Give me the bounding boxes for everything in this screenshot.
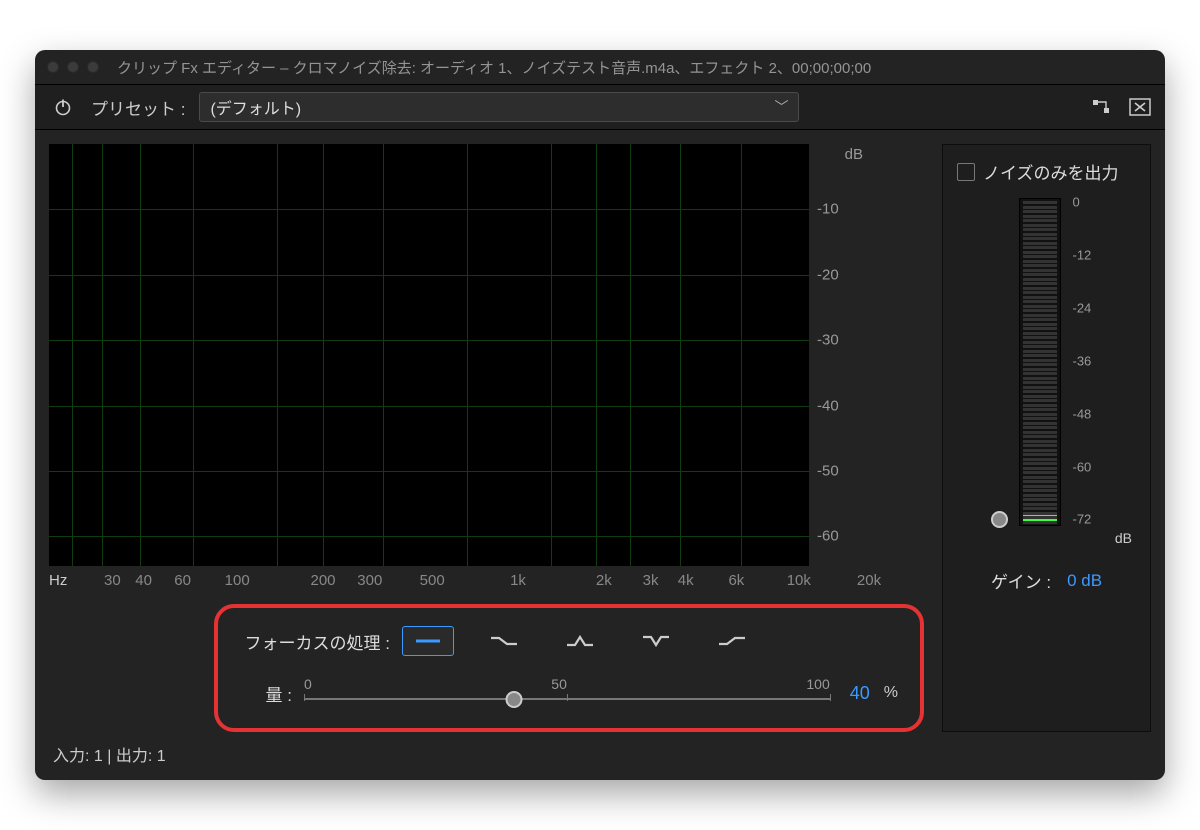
focus-flat-button[interactable] xyxy=(402,626,454,656)
routing-icon[interactable] xyxy=(1091,97,1113,117)
meter-tick: -24 xyxy=(1073,300,1092,315)
focus-peak-down-button[interactable] xyxy=(630,626,682,656)
meter-tick: -36 xyxy=(1073,353,1092,368)
titlebar: クリップ Fx エディター – クロマノイズ除去: オーディオ 1、ノイズテスト… xyxy=(35,50,1165,84)
x-tick: 300 xyxy=(357,572,382,589)
chevron-down-icon: ﹀ xyxy=(774,97,788,117)
focus-button-group xyxy=(402,626,758,656)
x-tick: 6k xyxy=(728,572,744,589)
amount-value[interactable]: 40 xyxy=(842,683,870,704)
scale-100: 100 xyxy=(806,676,829,692)
gain-value[interactable]: 0 dB xyxy=(1067,571,1102,591)
toolbar: プリセット : (デフォルト) ﹀ xyxy=(35,84,1165,130)
highlighted-controls: フォーカスの処理 : 量 : 0 50 100 xyxy=(214,604,924,732)
spectrum-display[interactable] xyxy=(49,144,809,566)
gain-slider[interactable] xyxy=(989,198,1011,526)
amount-label: 量 : xyxy=(240,681,292,706)
x-tick: 10k xyxy=(787,572,811,589)
y-tick: -50 xyxy=(817,463,839,480)
effect-editor-window: クリップ Fx エディター – クロマノイズ除去: オーディオ 1、ノイズテスト… xyxy=(35,50,1165,780)
scale-0: 0 xyxy=(304,676,312,692)
preset-value: (デフォルト) xyxy=(210,95,301,119)
x-tick: 100 xyxy=(225,572,250,589)
level-meter xyxy=(1019,198,1061,526)
window-controls xyxy=(47,61,99,73)
y-axis-unit: dB xyxy=(845,146,863,163)
window-title: クリップ Fx エディター – クロマノイズ除去: オーディオ 1、ノイズテスト… xyxy=(117,57,871,78)
meter-tick: -12 xyxy=(1073,247,1092,262)
meter-tick: -72 xyxy=(1073,512,1092,527)
x-tick: 30 xyxy=(104,572,121,589)
amount-unit: % xyxy=(882,684,898,702)
gain-panel: ノイズのみを出力 0 -12 -24 -36 -48 -60 -72 dB ゲイン : 0 … xyxy=(942,144,1151,732)
main-area: dB -10 -20 -30 -40 -50 -60 Hz 30 40 60 100 200 300… xyxy=(49,144,924,732)
y-tick: -60 xyxy=(817,528,839,545)
meter-ticks: 0 -12 -24 -36 -48 -60 -72 xyxy=(1069,198,1105,526)
x-axis-unit: Hz xyxy=(49,572,89,589)
y-tick: -20 xyxy=(817,266,839,283)
noise-only-label: ノイズのみを出力 xyxy=(983,159,1119,184)
zoom-dot[interactable] xyxy=(87,61,99,73)
x-tick: 20k xyxy=(857,572,881,589)
y-tick: -10 xyxy=(817,201,839,218)
noise-only-checkbox[interactable] xyxy=(957,163,975,181)
power-toggle[interactable] xyxy=(49,93,77,121)
y-tick: -30 xyxy=(817,332,839,349)
amount-slider-thumb[interactable] xyxy=(506,691,523,708)
x-tick: 60 xyxy=(174,572,191,589)
close-panel-icon[interactable] xyxy=(1129,97,1151,117)
focus-peak-up-button[interactable] xyxy=(554,626,606,656)
scale-50: 50 xyxy=(551,676,567,692)
x-tick: 500 xyxy=(420,572,445,589)
preset-dropdown[interactable]: (デフォルト) ﹀ xyxy=(199,92,799,122)
meter-tick: -60 xyxy=(1073,459,1092,474)
x-tick: 40 xyxy=(135,572,152,589)
focus-high-shelf-button[interactable] xyxy=(706,626,758,656)
minimize-dot[interactable] xyxy=(67,61,79,73)
x-tick: 3k xyxy=(643,572,659,589)
x-axis: Hz 3040601002003005001k2k3k4k6k10k20k xyxy=(49,566,869,598)
meter-tick: -48 xyxy=(1073,406,1092,421)
focus-low-shelf-button[interactable] xyxy=(478,626,530,656)
x-tick: 1k xyxy=(510,572,526,589)
preset-label: プリセット : xyxy=(91,95,185,120)
amount-slider[interactable]: 0 50 100 xyxy=(304,676,830,710)
y-tick: -40 xyxy=(817,397,839,414)
close-dot[interactable] xyxy=(47,61,59,73)
y-axis: dB -10 -20 -30 -40 -50 -60 xyxy=(809,144,869,566)
x-tick: 4k xyxy=(678,572,694,589)
meter-unit: dB xyxy=(1115,530,1132,546)
gain-slider-thumb[interactable] xyxy=(991,511,1008,528)
x-tick: 200 xyxy=(310,572,335,589)
io-status: 入力: 1 | 出力: 1 xyxy=(35,732,1165,772)
meter-tick: 0 xyxy=(1073,195,1080,210)
x-tick: 2k xyxy=(596,572,612,589)
gain-label: ゲイン : xyxy=(991,568,1051,593)
focus-label: フォーカスの処理 : xyxy=(240,629,390,654)
